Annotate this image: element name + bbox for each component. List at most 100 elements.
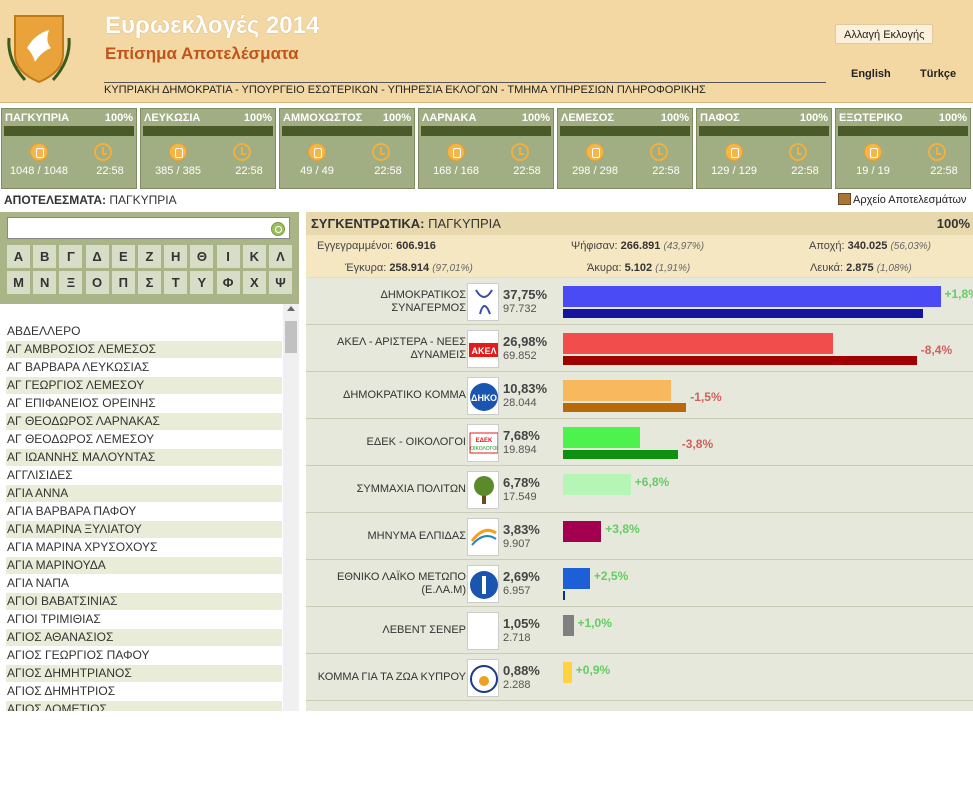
location-list-item[interactable]: ΑΓ ΕΠΙΦΑΝΕΙΟΣ ΟΡΕΙΝΗΣ [6,395,282,412]
location-list-item[interactable]: ΑΓΙΟΣ ΓΕΩΡΓΙΟΣ ΠΑΦΟΥ [6,647,282,664]
search-input[interactable] [7,217,290,239]
language-english-link[interactable]: English [851,68,891,80]
district-tile-abroad[interactable]: ΕΞΩΤΕΡΙΚΟ 100% 19 / 19 22:58 [835,108,971,189]
district-time: 22:58 [791,165,819,177]
district-tile-pancyprian[interactable]: ΠΑΓΚΥΠΡΙΑ 100% 1048 / 1048 22:58 [1,108,137,189]
letter-filter-button[interactable]: Φ [216,271,240,294]
animal-party-logo-icon [467,659,499,697]
summary-stats: Εγγεγραμμένοι: 606.916 Έγκυρα: 258.914 (… [306,235,973,278]
location-list-item[interactable]: ΑΓ ΑΜΒΡΟΣΙΟΣ ΛΕΜΕΣΟΣ [6,341,282,358]
location-list-item[interactable]: ΑΓΙΑ ΜΑΡΙΝΑ ΞΥΛΙΑΤΟΥ [6,521,282,538]
scroll-up-icon[interactable] [287,306,295,311]
archive-link[interactable]: Αρχείο Αποτελεσμάτων [838,193,966,206]
letter-filter-button[interactable]: Ε [111,245,135,268]
clock-icon [372,143,390,161]
location-list-item[interactable]: ΑΓΙΑ ΜΑΡΙΝΑ ΧΡΥΣΟΧΟΥΣ [6,539,282,556]
location-list-item[interactable]: ΑΓΙΑ ΝΑΠΑ [6,575,282,592]
district-count: 385 / 385 [155,165,201,177]
location-list-item[interactable]: ΑΓ ΒΑΡΒΑΡΑ ΛΕΥΚΩΣΙΑΣ [6,359,282,376]
summary-header: ΣΥΓΚΕΝΤΡΩΤΙΚΑ: ΠΑΓΚΥΠΡΙΑ 100% [306,212,973,235]
stat-abstention: Αποχή: 340.025 (56,03%) [809,240,931,252]
letter-filter-button[interactable]: Τ [164,271,188,294]
bar-current [563,568,590,589]
party-percent: 2,69% [503,569,540,584]
stat-label: Εγγεγραμμένοι: [317,240,394,252]
scroll-thumb[interactable] [285,321,297,353]
search-icon[interactable] [271,222,285,236]
stat-percent: (1,91%) [655,263,691,274]
location-list-item[interactable]: ΑΓΙΟΣ ΑΘΑΝΑΣΙΟΣ [6,629,282,646]
district-tile-limassol[interactable]: ΛΕΜΕΣΟΣ 100% 298 / 298 22:58 [557,108,693,189]
location-list-item[interactable]: ΑΓΙΟΙ ΤΡΙΜΙΘΙΑΣ [6,611,282,628]
stat-percent: (97,01%) [432,263,473,274]
ballot-box-icon [586,143,604,161]
location-list-item[interactable]: ΑΓΙΟΣ ΔΗΜΗΤΡΙΑΝΟΣ [6,665,282,682]
district-progress-bar [143,126,273,136]
letter-filter-button[interactable]: Ζ [138,245,161,268]
location-list-item[interactable]: ΑΒΔΕΛΛΕΡΟ [6,323,282,340]
bar-current [563,333,833,354]
svg-text:ΕΔΕΚ: ΕΔΕΚ [476,438,493,444]
party-row: ΔΗΜΟΚΡΑΤΙΚΟ ΚΟΜΜΑ ΔΗΚΟ 10,83% 28.044 -1,5% [306,372,973,419]
district-tile-nicosia[interactable]: ΛΕΥΚΩΣΙΑ 100% 385 / 385 22:58 [140,108,276,189]
location-list-item[interactable]: ΑΓ ΘΕΟΔΩΡΟΣ ΛΑΡΝΑΚΑΣ [6,413,282,430]
location-list-item[interactable]: ΑΓΙΑ ΒΑΡΒΑΡΑ ΠΑΦΟΥ [6,503,282,520]
location-list-item[interactable]: ΑΓΓΛΙΣΙΔΕΣ [6,467,282,484]
location-list-item[interactable]: ΑΓ ΙΩΑΝΝΗΣ ΜΑΛΟΥΝΤΑΣ [6,449,282,466]
district-tile-famagusta[interactable]: ΑΜΜΟΧΩΣΤΟΣ 100% 49 / 49 22:58 [279,108,415,189]
party-votes: 97.732 [503,303,537,315]
location-list-item[interactable]: ΑΓ ΓΕΩΡΓΙΟΣ ΛΕΜΕΣΟΥ [6,377,282,394]
party-change: +0,9% [575,663,611,677]
party-percent: 7,68% [503,428,540,443]
party-percent: 0,88% [503,663,540,678]
party-name: ΜΗΝΥΜΑ ΕΛΠΙΔΑΣ [367,530,466,542]
district-percent: 100% [660,112,689,124]
party-change: +1,8% [944,287,973,301]
district-name: ΛΕΥΚΩΣΙΑ [144,112,201,124]
location-list-item[interactable]: ΑΓΙΟΙ ΒΑΒΑΤΣΙΝΙΑΣ [6,593,282,610]
letter-filter-button[interactable]: Β [33,245,57,268]
letter-filter-button[interactable]: Υ [190,271,214,294]
ballot-box-icon [447,143,465,161]
district-tile-larnaca[interactable]: ΛΑΡΝΑΚΑ 100% 168 / 168 22:58 [418,108,554,189]
letter-filter-button[interactable]: Γ [59,245,83,268]
letter-filter-button[interactable]: Λ [269,245,292,268]
stat-percent: (43,97%) [663,241,705,252]
scrollbar[interactable] [283,304,299,711]
letter-filter-button[interactable]: Κ [242,245,266,268]
party-row: ΑΚΕΛ - ΑΡΙΣΤΕΡΑ - ΝΕΕΣ ΔΥΝΑΜΕΙΣ ΑΚΕΛ 26,98… [306,325,973,372]
location-list-item[interactable]: ΑΓΙΑ ΑΝΝΑ [6,485,282,502]
location-list-item[interactable]: ΑΓ ΘΕΟΔΩΡΟΣ ΛΕΜΕΣΟΥ [6,431,282,448]
language-turkish-link[interactable]: Türkçe [920,68,956,80]
party-change: -8,4% [920,343,953,357]
clock-icon [789,143,807,161]
bar-current [563,474,631,495]
location-list-item[interactable]: ΑΓΙΟΣ ΔΟΜΕΤΙΟΣ [6,701,282,711]
letter-filter-button[interactable]: Δ [85,245,109,268]
location-list-item[interactable]: ΑΓΙΑ ΜΑΡΙΝΟΥΔΑ [6,557,282,574]
letter-filter-button[interactable]: Θ [190,245,214,268]
district-progress-bar [560,126,690,136]
letter-filter-button[interactable]: Σ [138,271,161,294]
disy-logo-icon [467,283,499,321]
letter-filter-button[interactable]: Π [111,271,135,294]
letter-filter-button[interactable]: Ψ [269,271,292,294]
bar-previous [563,591,565,600]
letter-filter-button[interactable]: Μ [7,271,30,294]
party-name: ΕΔΕΚ - ΟΙΚΟΛΟΓΟΙ [366,436,466,448]
letter-filter-button[interactable]: Ο [85,271,109,294]
location-list-item[interactable]: ΑΓΙΟΣ ΔΗΜΗΤΡΙΟΣ [6,683,282,700]
party-percent: 10,83% [503,381,548,396]
change-election-button[interactable]: Αλλαγή Εκλογής [835,24,934,44]
district-tile-paphos[interactable]: ΠΑΦΟΣ 100% 129 / 129 22:58 [696,108,832,189]
letter-filter-button[interactable]: Ν [33,271,57,294]
bar-current [563,662,572,683]
bar-previous [563,403,687,412]
letter-filter-button[interactable]: Α [7,245,30,268]
letter-filter-button[interactable]: Ι [216,245,240,268]
letter-filter-button[interactable]: Ξ [59,271,83,294]
letter-filter-button[interactable]: Χ [242,271,266,294]
ballot-box-icon [308,143,326,161]
district-count: 1048 / 1048 [9,165,69,177]
letter-filter-button[interactable]: Η [164,245,188,268]
